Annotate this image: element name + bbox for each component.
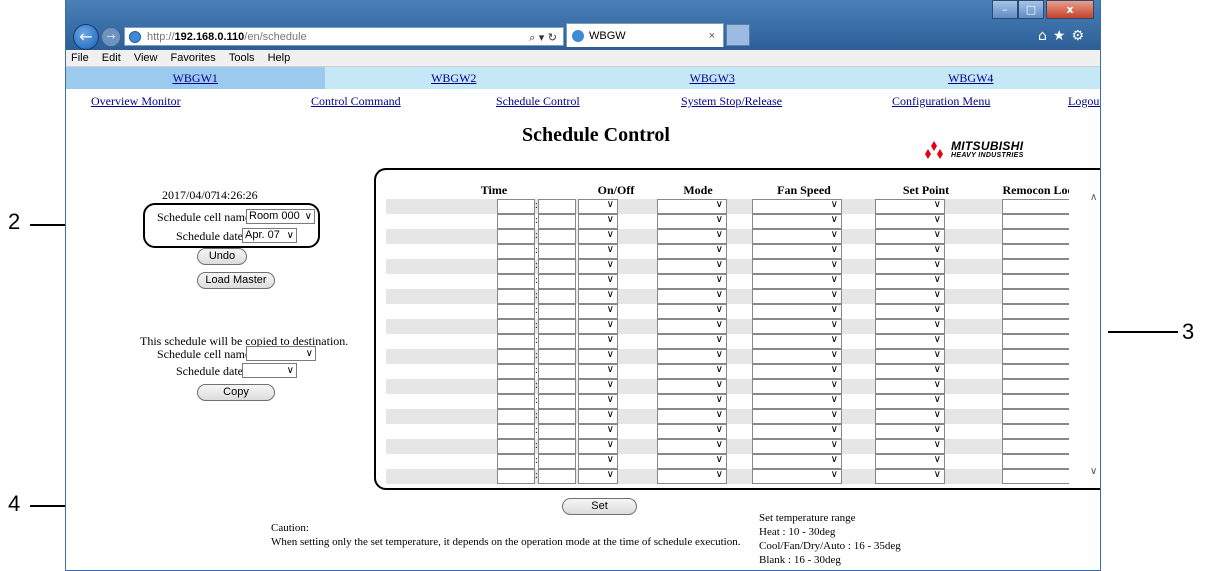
- address-bar[interactable]: http://192.168.0.110/en/schedule ⌕ ▾ ↻: [124, 27, 564, 46]
- scroll-up-icon[interactable]: ∧: [1090, 192, 1097, 203]
- main-nav: Overview Monitor Control Command Schedul…: [66, 91, 1100, 111]
- temp-range-blank: Blank : 16 - 30deg: [759, 554, 841, 566]
- mitsubishi-logo: MITSUBISHI HEAVY INDUSTRIES: [921, 139, 1061, 161]
- browser-tab[interactable]: WBGW ×: [566, 23, 724, 47]
- logo-text: MITSUBISHI HEAVY INDUSTRIES: [951, 139, 1024, 159]
- callout-3: 3: [1182, 319, 1195, 344]
- tab-close-icon[interactable]: ×: [709, 24, 715, 48]
- caution-text: When setting only the set temperature, i…: [271, 536, 741, 548]
- back-arrow-icon[interactable]: ←: [73, 24, 99, 50]
- new-tab-button[interactable]: [726, 24, 750, 46]
- undo-button[interactable]: Undo: [197, 248, 247, 265]
- tab-wbgw2[interactable]: WBGW2: [324, 67, 583, 89]
- maximize-icon[interactable]: □: [1018, 0, 1044, 19]
- tab-wbgw1[interactable]: WBGW1: [66, 67, 325, 89]
- chevron-down-icon: ∨: [286, 365, 294, 376]
- nav-schedule-control[interactable]: Schedule Control: [496, 94, 580, 109]
- callout-2: 2: [8, 209, 21, 234]
- address-url: http://192.168.0.110/en/schedule: [147, 31, 307, 43]
- tab-ie-icon: [572, 30, 584, 42]
- ie-page-icon: [129, 31, 141, 43]
- callout-3-box: [374, 168, 1100, 490]
- three-diamonds-icon: [925, 141, 943, 159]
- menu-edit[interactable]: Edit: [102, 50, 121, 66]
- tab-title: WBGW: [589, 30, 626, 42]
- nav-overview-monitor[interactable]: Overview Monitor: [91, 94, 181, 109]
- callout-3-line: [1108, 331, 1178, 333]
- menu-favorites[interactable]: Favorites: [171, 50, 216, 66]
- tab-wbgw3[interactable]: WBGW3: [583, 67, 842, 89]
- nav-control-command[interactable]: Control Command: [311, 94, 401, 109]
- menu-bar: File Edit View Favorites Tools Help: [66, 50, 1100, 67]
- temp-range-heat: Heat : 10 - 30deg: [759, 526, 836, 538]
- set-button[interactable]: Set: [562, 498, 637, 515]
- address-tools-icon[interactable]: ⌕ ▾ ↻: [529, 28, 557, 47]
- temp-range-block: Set temperature range Heat : 10 - 30deg …: [759, 511, 901, 567]
- dest-date-label: Schedule date:: [176, 364, 247, 378]
- nav-system-stop-release[interactable]: System Stop/Release: [681, 94, 782, 109]
- tab-wbgw4[interactable]: WBGW4: [841, 67, 1100, 89]
- minimize-icon[interactable]: –: [992, 0, 1018, 19]
- vertical-scrollbar[interactable]: ∧ ∨: [1090, 190, 1100, 490]
- current-time: 14:26:26: [215, 188, 258, 202]
- load-master-button[interactable]: Load Master: [197, 272, 275, 289]
- temp-range-title: Set temperature range: [759, 512, 856, 524]
- forward-arrow-icon[interactable]: →: [101, 27, 121, 47]
- gateway-tabs: WBGW1 WBGW2 WBGW3 WBGW4: [66, 67, 1100, 89]
- caution-block: Caution: When setting only the set tempe…: [271, 521, 741, 549]
- chevron-down-icon: ∨: [305, 348, 313, 359]
- menu-tools[interactable]: Tools: [229, 50, 255, 66]
- caution-title: Caution:: [271, 522, 309, 534]
- current-date: 2017/04/07: [162, 188, 217, 202]
- browser-titlebar: ← → http://192.168.0.110/en/schedule ⌕ ▾…: [66, 0, 1100, 50]
- page-title: Schedule Control: [522, 124, 670, 146]
- nav-configuration-menu[interactable]: Configuration Menu: [892, 94, 990, 109]
- nav-logout[interactable]: Logout: [1068, 94, 1100, 109]
- callout-2-box: [143, 203, 320, 248]
- close-icon[interactable]: x: [1046, 0, 1094, 19]
- callout-4: 4: [8, 491, 21, 516]
- home-favorites-settings-icons[interactable]: ⌂★⚙: [1038, 28, 1090, 44]
- dest-cell-name-select[interactable]: ∨: [246, 346, 316, 361]
- menu-help[interactable]: Help: [268, 50, 291, 66]
- menu-file[interactable]: File: [71, 50, 89, 66]
- copy-button[interactable]: Copy: [197, 384, 275, 401]
- menu-view[interactable]: View: [134, 50, 158, 66]
- dest-cell-name-label: Schedule cell name:: [157, 347, 254, 361]
- temp-range-cool: Cool/Fan/Dry/Auto : 16 - 35deg: [759, 540, 901, 552]
- dest-date-select[interactable]: ∨: [242, 363, 297, 378]
- browser-window: ← → http://192.168.0.110/en/schedule ⌕ ▾…: [65, 0, 1101, 571]
- scroll-down-icon[interactable]: ∨: [1090, 466, 1097, 477]
